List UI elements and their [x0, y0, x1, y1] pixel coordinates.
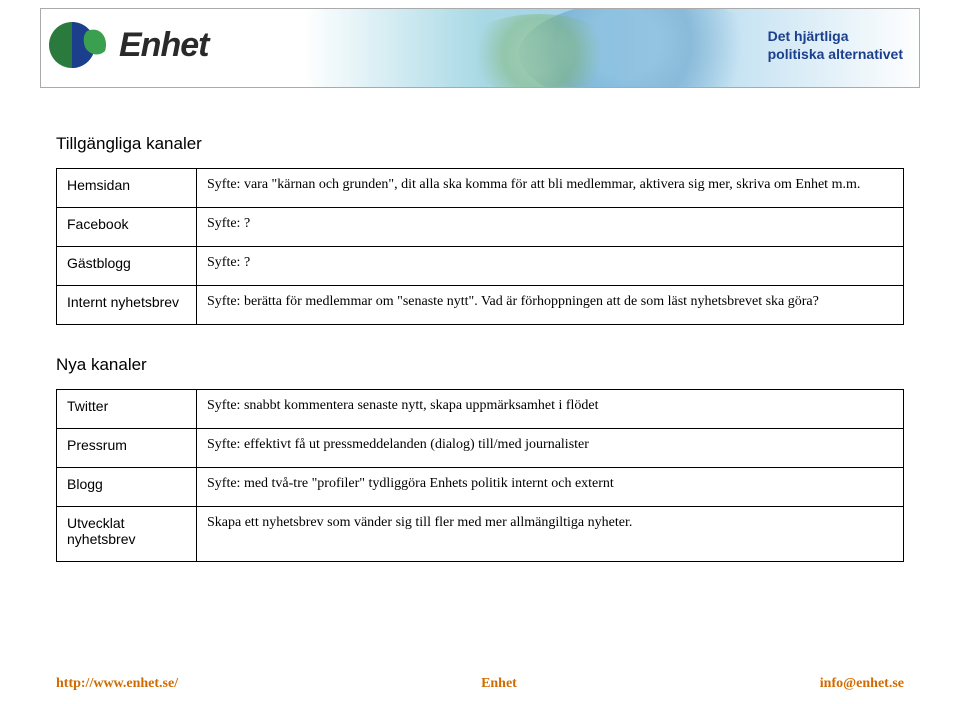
channel-desc: Syfte: effektivt få ut pressmeddelanden … [197, 429, 904, 468]
channel-label: Internt nyhetsbrev [57, 286, 197, 325]
brand-name: Enhet [119, 26, 208, 65]
table-row: Hemsidan Syfte: vara "kärnan och grunden… [57, 169, 904, 208]
globe-decoration-2 [459, 14, 619, 88]
table-row: Utvecklat nyhetsbrev Skapa ett nyhetsbre… [57, 507, 904, 562]
channel-desc: Syfte: ? [197, 247, 904, 286]
available-channels-table: Hemsidan Syfte: vara "kärnan och grunden… [56, 168, 904, 325]
channel-label: Pressrum [57, 429, 197, 468]
footer-email: info@enhet.se [820, 676, 904, 692]
logo-icon [49, 13, 113, 77]
brand-logo: Enhet [49, 13, 208, 77]
document-content: Tillgängliga kanaler Hemsidan Syfte: var… [0, 88, 960, 562]
table-row: Pressrum Syfte: effektivt få ut pressmed… [57, 429, 904, 468]
table-row: Gästblogg Syfte: ? [57, 247, 904, 286]
channel-label: Utvecklat nyhetsbrev [57, 507, 197, 562]
channel-label: Blogg [57, 468, 197, 507]
footer-url: http://www.enhet.se/ [56, 676, 178, 692]
channel-desc: Syfte: med två-tre "profiler" tydliggöra… [197, 468, 904, 507]
tagline-line-1: Det hjärtliga [768, 27, 903, 45]
channel-label: Hemsidan [57, 169, 197, 208]
channel-label: Twitter [57, 390, 197, 429]
table-row: Internt nyhetsbrev Syfte: berätta för me… [57, 286, 904, 325]
tagline-line-2: politiska alternativet [768, 45, 903, 63]
header-banner: Enhet Det hjärtliga politiska alternativ… [40, 8, 920, 88]
channel-label: Facebook [57, 208, 197, 247]
page-footer: http://www.enhet.se/ Enhet info@enhet.se [56, 676, 904, 692]
table-row: Twitter Syfte: snabbt kommentera senaste… [57, 390, 904, 429]
table-row: Blogg Syfte: med två-tre "profiler" tydl… [57, 468, 904, 507]
table-row: Facebook Syfte: ? [57, 208, 904, 247]
banner-tagline: Det hjärtliga politiska alternativet [768, 27, 903, 63]
section-title-available: Tillgängliga kanaler [56, 134, 904, 154]
channel-desc: Skapa ett nyhetsbrev som vänder sig till… [197, 507, 904, 562]
channel-desc: Syfte: vara "kärnan och grunden", dit al… [197, 169, 904, 208]
channel-desc: Syfte: ? [197, 208, 904, 247]
channel-desc: Syfte: berätta för medlemmar om "senaste… [197, 286, 904, 325]
channel-label: Gästblogg [57, 247, 197, 286]
section-title-new: Nya kanaler [56, 355, 904, 375]
channel-desc: Syfte: snabbt kommentera senaste nytt, s… [197, 390, 904, 429]
footer-org: Enhet [481, 676, 517, 692]
new-channels-table: Twitter Syfte: snabbt kommentera senaste… [56, 389, 904, 562]
